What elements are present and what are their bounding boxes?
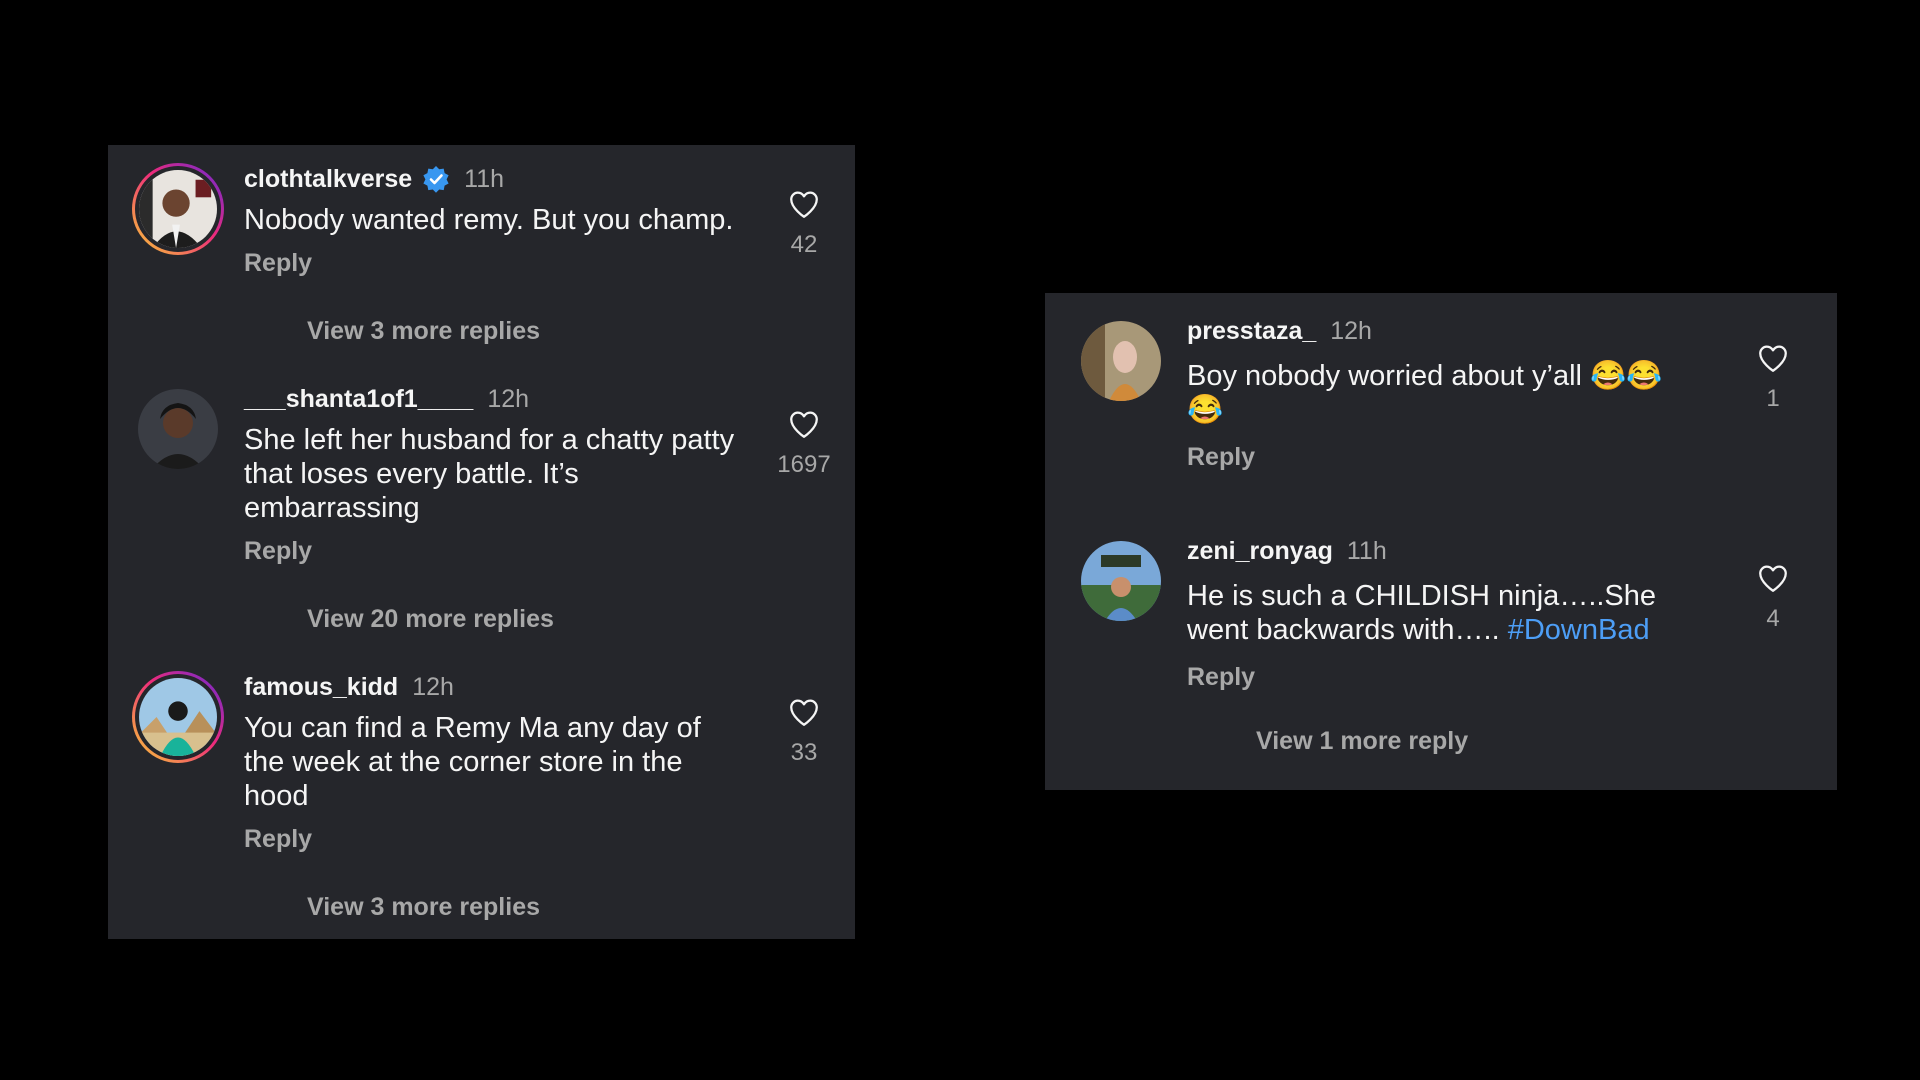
comment-body: ___shanta1of1____ 12h She left her husba… — [224, 383, 832, 566]
comment-meta: ___shanta1of1____ 12h — [244, 383, 832, 415]
avatar-story-ring[interactable] — [132, 163, 224, 255]
verified-badge-icon — [422, 165, 450, 193]
comment-meta: clothtalkverse 11h — [244, 163, 832, 195]
reply-button[interactable]: Reply — [244, 249, 832, 278]
username[interactable]: ___shanta1of1____ — [244, 385, 473, 414]
username[interactable]: famous_kidd — [244, 673, 398, 702]
username[interactable]: zeni_ronyag — [1187, 537, 1333, 566]
timestamp: 11h — [464, 164, 504, 193]
heart-outline-icon[interactable] — [1756, 341, 1790, 375]
like-count: 1697 — [777, 451, 831, 478]
like-count: 33 — [790, 739, 818, 766]
heart-outline-icon[interactable] — [787, 407, 821, 441]
view-more-replies-button[interactable]: View 1 more reply — [1256, 727, 1468, 756]
comment-famous-kidd: famous_kidd 12h You can find a Remy Ma a… — [132, 671, 832, 854]
reply-button[interactable]: Reply — [1187, 663, 1815, 692]
comment-meta: presstaza_ 12h — [1187, 315, 1815, 347]
comment-body: presstaza_ 12h Boy nobody worried about … — [1167, 315, 1815, 472]
like-control: 4 — [1743, 561, 1803, 633]
timestamp: 12h — [1330, 316, 1372, 345]
avatar-container[interactable] — [1075, 315, 1167, 407]
view-more-replies-button[interactable]: View 3 more replies — [307, 893, 540, 922]
comment-zeni-ronyag: zeni_ronyag 11h He is such a CHILDISH ni… — [1075, 535, 1815, 692]
heart-outline-icon[interactable] — [787, 187, 821, 221]
comment-meta: famous_kidd 12h — [244, 671, 832, 703]
like-control: 1697 — [774, 407, 834, 479]
hashtag-link[interactable]: #DownBad — [1508, 614, 1650, 646]
avatar-story-ring[interactable] — [132, 671, 224, 763]
heart-outline-icon[interactable] — [787, 695, 821, 729]
comment-body: famous_kidd 12h You can find a Remy Ma a… — [224, 671, 832, 854]
like-count: 4 — [1766, 605, 1780, 632]
avatar — [139, 678, 217, 756]
like-count: 1 — [1766, 385, 1780, 412]
comment-meta: zeni_ronyag 11h — [1187, 535, 1815, 567]
reply-button[interactable]: Reply — [244, 537, 832, 566]
comment-shanta1of1: ___shanta1of1____ 12h She left her husba… — [132, 383, 832, 566]
view-more-replies-button[interactable]: View 20 more replies — [307, 605, 554, 634]
comment-body: zeni_ronyag 11h He is such a CHILDISH ni… — [1167, 535, 1815, 692]
comment-text: She left her husband for a chatty patty … — [244, 424, 735, 524]
comments-panel-right: presstaza_ 12h Boy nobody worried about … — [1045, 293, 1837, 790]
avatar — [138, 389, 218, 469]
avatar — [139, 170, 217, 248]
timestamp: 11h — [1346, 536, 1387, 565]
avatar-container[interactable] — [1075, 535, 1167, 627]
avatar — [1081, 541, 1161, 621]
comment-text: He is such a CHILDISH ninja…..She went b… — [1187, 579, 1707, 647]
timestamp: 12h — [412, 672, 454, 701]
username[interactable]: presstaza_ — [1187, 317, 1316, 346]
reply-button[interactable]: Reply — [244, 825, 832, 854]
avatar-container[interactable] — [132, 383, 224, 475]
username[interactable]: clothtalkverse — [244, 165, 412, 194]
heart-outline-icon[interactable] — [1756, 561, 1790, 595]
avatar — [1081, 321, 1161, 401]
comment-text: Boy nobody worried about y’all 😂😂😂 — [1187, 360, 1663, 426]
like-control: 42 — [774, 187, 834, 259]
comments-panel-left: clothtalkverse 11h Nobody wanted remy. B… — [108, 145, 855, 939]
timestamp: 12h — [487, 384, 530, 413]
view-more-replies-button[interactable]: View 3 more replies — [307, 317, 540, 346]
comment-presstaza: presstaza_ 12h Boy nobody worried about … — [1075, 315, 1815, 472]
like-count: 42 — [790, 231, 818, 258]
comment-body: clothtalkverse 11h Nobody wanted remy. B… — [224, 163, 832, 278]
like-control: 1 — [1743, 341, 1803, 413]
like-control: 33 — [774, 695, 834, 767]
comment-clothtalkverse: clothtalkverse 11h Nobody wanted remy. B… — [132, 163, 832, 278]
comment-text: You can find a Remy Ma any day of the we… — [244, 712, 701, 812]
comment-text: Nobody wanted remy. But you champ. — [244, 204, 734, 236]
reply-button[interactable]: Reply — [1187, 443, 1815, 472]
